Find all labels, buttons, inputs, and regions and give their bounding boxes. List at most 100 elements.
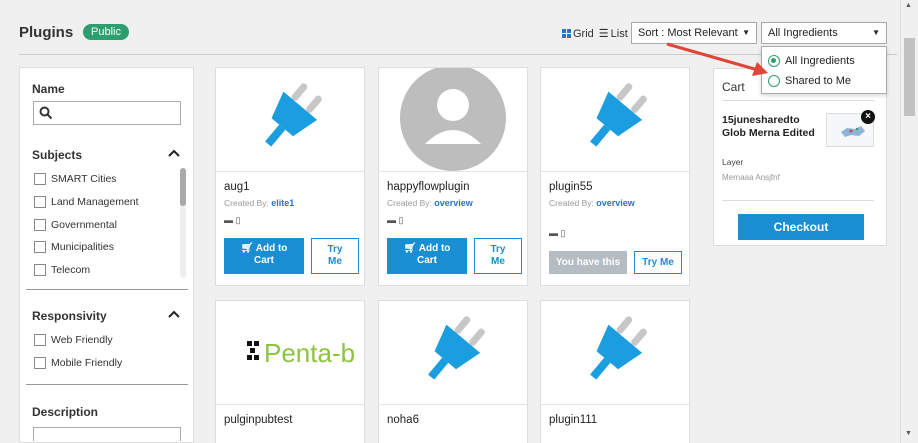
page-title: Plugins — [19, 24, 74, 41]
checkbox[interactable] — [34, 173, 46, 185]
grid-view-button[interactable]: Grid — [562, 28, 594, 40]
card-name[interactable]: pulginpubtest — [224, 414, 292, 426]
cart-divider — [722, 200, 874, 201]
subject-checkbox-municipalities[interactable]: Municipalities — [34, 241, 114, 253]
penta-b-logo-text: Penta-b — [264, 338, 355, 368]
card-creator: Created By: elite1 — [224, 198, 295, 208]
checkbox-label: Municipalities — [51, 241, 115, 253]
checkbox[interactable] — [34, 357, 46, 369]
card-name[interactable]: happyflowplugin — [387, 181, 469, 193]
dropdown-option-shared-to-me[interactable]: Shared to Me — [768, 73, 851, 89]
plugin-card[interactable]: Penta-b pulginpubtest — [215, 300, 365, 443]
card-creator: Created By: overview — [387, 198, 473, 208]
checkbox[interactable] — [34, 264, 46, 276]
responsivity-heading: Responsivity — [32, 309, 107, 323]
scroll-down-icon[interactable]: ▼ — [905, 430, 912, 437]
checkbox-label: SMART Cities — [51, 173, 117, 185]
cart-item-type: Layer — [722, 157, 744, 167]
dropdown-option-all-ingredients[interactable]: All Ingredients — [768, 53, 855, 69]
subjects-scrollbar[interactable] — [180, 168, 186, 278]
grid-icon — [562, 29, 571, 38]
sidebar-divider — [26, 384, 188, 385]
checkout-button[interactable]: Checkout — [738, 214, 864, 240]
plug-icon — [541, 301, 689, 405]
scroll-thumb[interactable] — [904, 38, 915, 116]
cart-icon: 🛒︎ — [240, 243, 254, 254]
try-me-button[interactable]: Try Me — [474, 238, 522, 274]
chevron-up-icon[interactable] — [168, 149, 180, 157]
try-me-button[interactable]: Try Me — [634, 251, 682, 274]
description-input[interactable] — [33, 427, 181, 441]
device-icons: ▬ ▯ — [224, 215, 241, 225]
ingredients-select[interactable]: All Ingredients ▼ — [761, 22, 887, 44]
checkbox[interactable] — [34, 334, 46, 346]
description-heading: Description — [32, 405, 99, 419]
plugin-card[interactable]: plugin111 — [540, 300, 690, 443]
plugin-card[interactable]: plugin55 Created By: overview ▬ ▯ You ha… — [540, 67, 690, 286]
cart-item-name: 15junesharedto Glob Merna Edited — [722, 114, 815, 139]
name-filter-heading: Name — [32, 82, 65, 96]
scroll-up-icon[interactable]: ▲ — [905, 2, 912, 9]
option-label: Shared to Me — [785, 75, 852, 87]
creator-link[interactable]: elite1 — [271, 198, 294, 208]
view-toggle: Grid ☰ List — [562, 27, 628, 40]
chevron-up-icon[interactable] — [168, 310, 180, 318]
subject-checkbox-telecom[interactable]: Telecom — [34, 264, 90, 276]
search-icon — [39, 106, 53, 120]
list-label: List — [610, 27, 628, 40]
creator-link[interactable]: overview — [434, 198, 473, 208]
name-search-input[interactable] — [33, 101, 181, 125]
list-view-button[interactable]: ☰ List — [599, 27, 628, 41]
try-me-button[interactable]: Try Me — [311, 238, 359, 274]
card-name[interactable]: noha6 — [387, 414, 419, 426]
scroll-thumb[interactable] — [180, 168, 186, 206]
checkbox-label: Governmental — [51, 219, 117, 231]
ingredients-value: All Ingredients — [768, 27, 838, 39]
sort-value: Sort : Most Relevant — [638, 27, 738, 39]
checkbox[interactable] — [34, 196, 46, 208]
add-to-cart-button[interactable]: 🛒︎ Add to Cart — [224, 238, 304, 274]
page-scrollbar[interactable]: ▲ ▼ — [900, 0, 918, 443]
chevron-down-icon: ▼ — [872, 28, 880, 37]
device-icons: ▬ ▯ — [387, 215, 404, 225]
checkbox-label: Land Management — [51, 196, 139, 208]
you-have-this-button: You have this — [549, 251, 627, 274]
sidebar-divider — [26, 289, 188, 290]
option-label: All Ingredients — [785, 55, 855, 67]
grid-label: Grid — [573, 27, 594, 40]
card-creator: Created By: overview — [549, 198, 635, 208]
plug-icon — [541, 68, 689, 172]
penta-b-logo: Penta-b — [216, 301, 364, 405]
chevron-down-icon: ▼ — [742, 28, 750, 37]
checkbox[interactable] — [34, 241, 46, 253]
plugin-card[interactable]: noha6 — [378, 300, 528, 443]
plug-icon — [379, 301, 527, 405]
checkbox-label: Telecom — [51, 264, 91, 276]
subject-checkbox-smart-cities[interactable]: SMART Cities — [34, 173, 117, 185]
plugin-card[interactable]: aug1 Created By: elite1 ▬ ▯ 🛒︎ Add to Car… — [215, 67, 365, 286]
subject-checkbox-land-management[interactable]: Land Management — [34, 196, 139, 208]
responsivity-checkbox-web-friendly[interactable]: Web Friendly — [34, 334, 113, 346]
card-name[interactable]: plugin111 — [549, 414, 597, 426]
checkbox-label: Mobile Friendly — [51, 357, 123, 369]
creator-link[interactable]: overview — [596, 198, 635, 208]
filter-sidebar: Name Subjects SMART Cities Land Manageme… — [19, 67, 194, 443]
cart-divider — [722, 100, 874, 101]
checkbox-label: Web Friendly — [51, 334, 113, 346]
annotation-arrow — [666, 42, 768, 76]
plugin-card[interactable]: happyflowplugin Created By: overview ▬ ▯… — [378, 67, 528, 286]
cart-heading: Cart — [722, 80, 745, 94]
remove-item-icon[interactable]: × — [861, 110, 875, 124]
add-to-cart-button[interactable]: 🛒︎ Add to Cart — [387, 238, 467, 274]
cart-icon: 🛒︎ — [403, 243, 417, 254]
subjects-heading: Subjects — [32, 148, 83, 162]
ingredients-dropdown: All Ingredients Shared to Me — [761, 46, 887, 94]
public-badge: Public — [83, 24, 129, 40]
checkbox[interactable] — [34, 219, 46, 231]
responsivity-checkbox-mobile-friendly[interactable]: Mobile Friendly — [34, 357, 122, 369]
subject-checkbox-governmental[interactable]: Governmental — [34, 219, 117, 231]
cart-item-owner: Mernaaa Ansjfnf — [722, 173, 780, 182]
card-name[interactable]: plugin55 — [549, 181, 592, 193]
avatar-placeholder-icon — [379, 68, 527, 172]
card-name[interactable]: aug1 — [224, 181, 250, 193]
